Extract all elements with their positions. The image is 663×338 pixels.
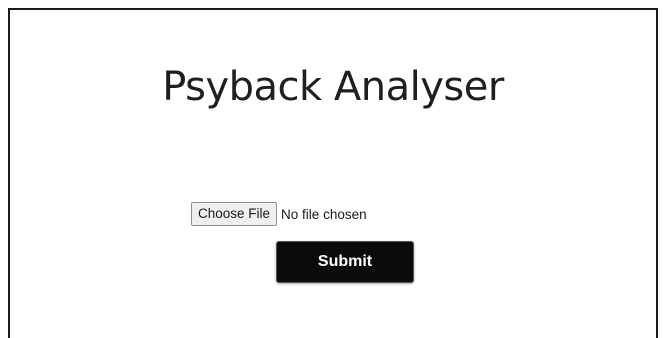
page-title: Psyback Analyser [162, 64, 504, 110]
app-frame: Psyback Analyser Choose File No file cho… [8, 8, 658, 338]
choose-file-button[interactable]: Choose File [191, 202, 278, 226]
submit-button[interactable]: Submit [276, 241, 414, 283]
file-status-text: No file chosen [281, 206, 367, 222]
file-upload: Choose File No file chosen [191, 202, 367, 226]
